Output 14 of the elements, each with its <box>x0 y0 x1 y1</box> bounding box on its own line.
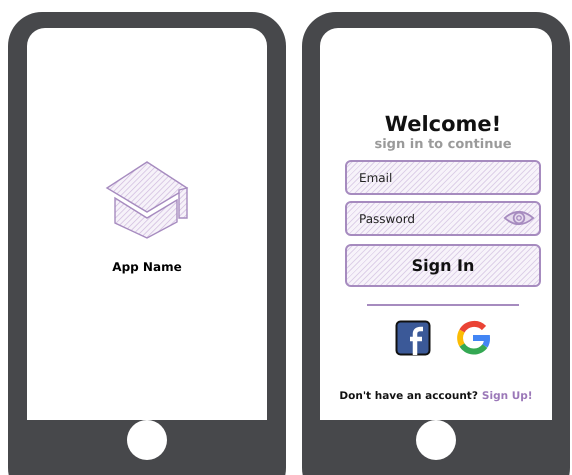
email-field[interactable]: Email <box>345 160 541 195</box>
facebook-icon[interactable] <box>395 320 431 356</box>
home-button[interactable] <box>416 420 456 460</box>
signup-prompt: Don't have an account? <box>339 390 478 402</box>
welcome-title: Welcome! <box>384 112 502 136</box>
subtitle: sign in to continue <box>374 137 512 152</box>
password-field[interactable]: Password <box>345 201 541 236</box>
sign-up-link[interactable]: Sign Up! <box>482 390 533 402</box>
graduation-cap-icon <box>105 160 189 240</box>
eye-icon[interactable] <box>503 209 535 227</box>
app-name: App Name <box>112 260 182 274</box>
sign-in-button[interactable]: Sign In <box>345 244 541 287</box>
home-button[interactable] <box>127 420 167 460</box>
google-icon[interactable] <box>455 320 491 356</box>
